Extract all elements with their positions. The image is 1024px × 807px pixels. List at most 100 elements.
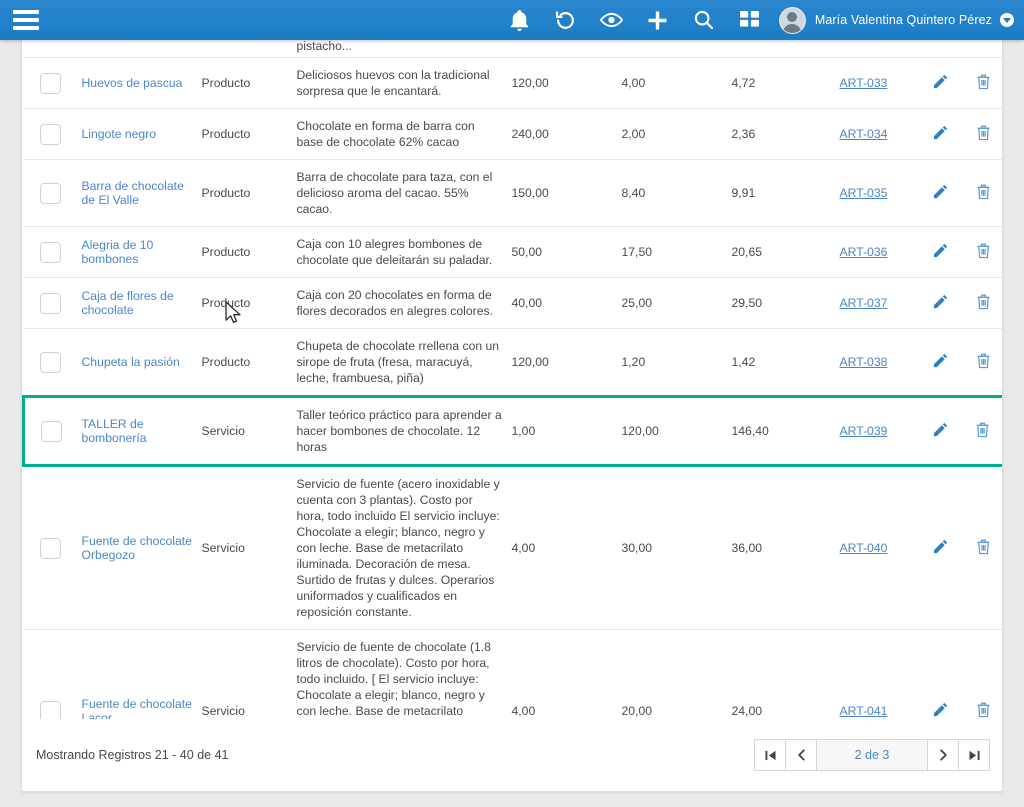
row-select-checkbox[interactable] — [40, 72, 61, 94]
trash-delete-icon[interactable] — [976, 184, 991, 200]
hamburger-menu-icon[interactable] — [13, 10, 39, 30]
record-reference-link[interactable]: ART-034 — [840, 127, 888, 141]
record-reference-link[interactable]: ART-041 — [840, 704, 888, 718]
trash-delete-icon[interactable] — [976, 125, 991, 141]
cell-n1 — [507, 40, 618, 58]
pencil-edit-icon[interactable] — [933, 702, 948, 717]
pagination-current-page[interactable]: 2 de 3 — [816, 739, 928, 771]
pencil-edit-icon[interactable] — [933, 422, 948, 437]
trash-delete-icon[interactable] — [976, 243, 991, 259]
cell-name: Caja de flores de chocolate — [77, 277, 198, 329]
pencil-edit-icon[interactable] — [933, 539, 948, 554]
table-row[interactable]: Lingote negro Producto Chocolate en forma … — [23, 108, 1002, 160]
record-name-link[interactable]: Fuente de chocolate Orbegozo — [82, 534, 192, 562]
pencil-edit-icon[interactable] — [933, 74, 948, 89]
record-name-link[interactable]: Alegria de 10 bombones — [82, 238, 154, 266]
record-reference-link[interactable]: ART-035 — [840, 186, 888, 200]
cell-n3: 1,42 — [727, 328, 836, 397]
cell-type: Servicio — [197, 465, 293, 630]
record-n3-value: 9,91 — [731, 186, 756, 200]
trash-delete-icon[interactable] — [976, 294, 991, 310]
notifications-bell-icon[interactable] — [497, 0, 543, 40]
record-type-label: Servicio — [201, 541, 245, 555]
cell-ref — [835, 40, 921, 58]
cell-n3: 29,50 — [727, 277, 836, 329]
pencil-edit-icon[interactable] — [933, 125, 948, 140]
cell-checkbox — [23, 465, 78, 630]
record-description-text: Barra de chocolate para taza, con el del… — [296, 170, 493, 216]
record-reference-link[interactable]: ART-036 — [840, 245, 888, 259]
pencil-edit-icon[interactable] — [933, 294, 948, 309]
record-reference-link[interactable]: ART-038 — [840, 355, 888, 369]
eye-icon[interactable] — [589, 0, 635, 40]
cell-ref: ART-037 — [835, 277, 921, 329]
pagination-first-button[interactable] — [754, 739, 786, 771]
table-row[interactable]: Chupeta la pasión Producto Chupeta de choc… — [23, 328, 1002, 397]
trash-delete-icon[interactable] — [976, 74, 991, 90]
search-icon[interactable] — [681, 0, 727, 40]
row-select-checkbox[interactable] — [40, 182, 61, 204]
record-n2-value: 1,20 — [621, 355, 646, 369]
table-row[interactable]: Caja de flores de chocolate Producto Caja … — [23, 277, 1002, 329]
record-description-text: Taller teórico práctico para aprender a … — [296, 408, 502, 454]
cell-name: TALLER de bombonería — [77, 395, 198, 467]
pagination-last-button[interactable] — [958, 739, 990, 771]
history-icon[interactable] — [543, 0, 589, 40]
pagination-prev-button[interactable] — [785, 739, 817, 771]
user-menu[interactable]: María Valentina Quintero Pérez — [773, 0, 1024, 40]
record-n3-value: 4,72 — [731, 76, 756, 90]
pencil-edit-icon[interactable] — [933, 353, 948, 368]
record-n1-value: 150,00 — [511, 186, 549, 200]
record-reference-link[interactable]: ART-037 — [840, 296, 888, 310]
cell-n2: 25,00 — [617, 277, 728, 329]
record-reference-link[interactable]: ART-033 — [840, 76, 888, 90]
trash-delete-icon[interactable] — [976, 539, 991, 555]
record-description-text: Deliciosos huevos con la tradicional sor… — [296, 68, 490, 98]
table-row[interactable]: Barra de chocolate de El Valle Producto Ba… — [23, 159, 1002, 227]
plus-icon[interactable] — [635, 0, 681, 40]
cell-delete — [960, 108, 1002, 160]
row-select-checkbox[interactable] — [40, 241, 61, 263]
cell-n3: 9,91 — [727, 159, 836, 227]
row-select-checkbox[interactable] — [40, 123, 61, 145]
chevron-down-icon[interactable] — [1000, 13, 1014, 27]
row-select-checkbox[interactable] — [40, 537, 61, 559]
trash-delete-icon[interactable] — [975, 422, 990, 438]
row-select-checkbox[interactable] — [40, 351, 61, 373]
cell-delete — [960, 40, 1002, 58]
cell-edit — [920, 465, 961, 630]
record-reference-link[interactable]: ART-039 — [840, 424, 888, 438]
record-name-link[interactable]: Caja de flores de chocolate — [82, 289, 174, 317]
row-select-checkbox[interactable] — [40, 420, 62, 442]
table-row[interactable]: Alegria de 10 bombones Producto Caja con 1… — [23, 226, 1002, 278]
record-n3-value: 36,00 — [731, 541, 763, 555]
cell-description: Taller teórico práctico para aprender a … — [292, 395, 508, 467]
record-name-link[interactable]: TALLER de bombonería — [82, 417, 147, 445]
record-n2-value: 20,00 — [621, 704, 653, 718]
pencil-edit-icon[interactable] — [933, 184, 948, 199]
table-row[interactable]: Huevos de pascua Producto Deliciosos huevo… — [23, 57, 1002, 109]
row-select-checkbox[interactable] — [40, 292, 61, 314]
record-name-link[interactable]: Huevos de pascua — [82, 76, 183, 90]
record-n1-value: 50,00 — [511, 245, 543, 259]
cell-edit — [920, 395, 961, 467]
pagination-next-button[interactable] — [927, 739, 959, 771]
pencil-edit-icon[interactable] — [933, 243, 948, 258]
cell-edit — [920, 226, 961, 278]
record-n1-value: 120,00 — [511, 76, 549, 90]
table-row[interactable]: TALLER de bombonería Servicio Taller teóri… — [22, 395, 1002, 467]
record-reference-link[interactable]: ART-040 — [840, 541, 888, 555]
cell-description: Caja con 20 chocolates en forma de flore… — [292, 277, 508, 329]
table-row[interactable]: Fuente de chocolate Orbegozo Servicio Serv… — [23, 465, 1002, 630]
trash-delete-icon[interactable] — [976, 353, 991, 369]
hamburger-bar — [13, 10, 39, 14]
record-name-link[interactable]: Lingote negro — [82, 127, 157, 141]
cell-type: Producto — [197, 159, 293, 227]
record-name-link[interactable]: Chupeta la pasión — [82, 355, 180, 369]
cell-delete — [960, 328, 1002, 397]
cell-n2: 8,40 — [617, 159, 728, 227]
trash-delete-icon[interactable] — [976, 702, 991, 718]
avatar-body — [782, 23, 802, 33]
record-name-link[interactable]: Barra de chocolate de El Valle — [82, 179, 184, 207]
apps-grid-icon[interactable] — [727, 0, 773, 40]
